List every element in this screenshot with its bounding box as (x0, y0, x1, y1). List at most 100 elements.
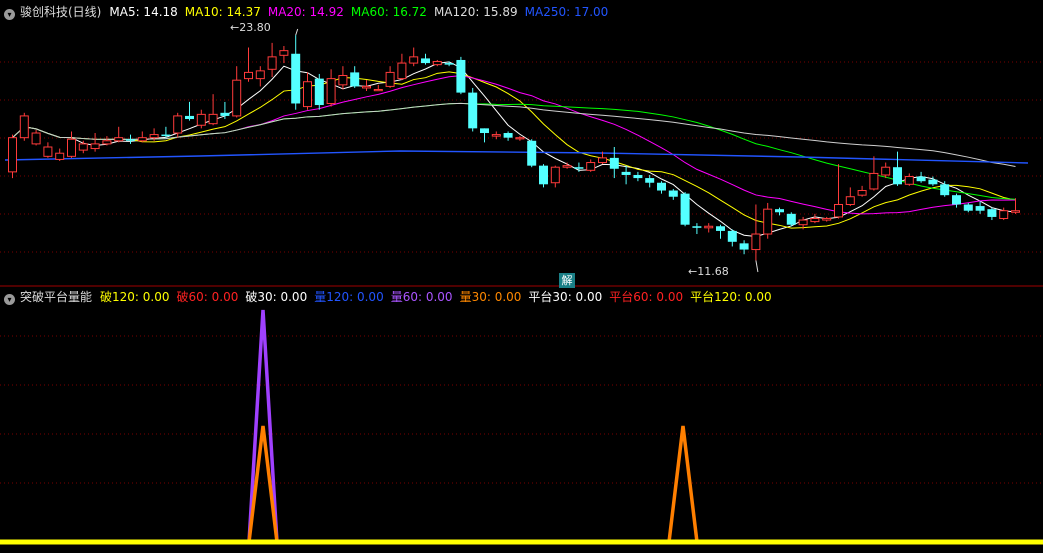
candle-body-76 (904, 176, 914, 185)
indicator-legend: ▾ 突破平台量能 破120: 0.00 破60: 0.00 破30: 0.00 量120:… (4, 289, 786, 305)
candle-body-7 (90, 143, 100, 150)
candle-body-52 (621, 171, 631, 175)
candle-body-65 (775, 209, 784, 213)
candle-body-63 (751, 233, 761, 251)
candle-body-51 (609, 157, 619, 169)
candle-body-13 (161, 134, 171, 137)
ma5-line (12, 61, 1016, 238)
low-marker-stem (755, 260, 759, 273)
indicator-legend-3: 量120: 0.00 (314, 290, 384, 304)
moving-average-lines (4, 61, 1029, 238)
candle-body-54 (645, 178, 655, 183)
stock-title: 骏创科技(日线) (20, 5, 102, 19)
candle-body-56 (668, 190, 678, 197)
candle-body-43 (515, 137, 525, 140)
candle-body-73 (869, 172, 879, 190)
candle-body-60 (716, 226, 725, 231)
candle-body-21 (255, 70, 265, 80)
ma-legend-4: MA120: 15.89 (433, 5, 518, 19)
candle-body-24 (291, 53, 301, 104)
candle-body-20 (244, 71, 253, 80)
candle-body-10 (126, 139, 135, 141)
candle-body-81 (963, 204, 973, 211)
high-low-markers (295, 28, 759, 273)
candle-body-66 (786, 213, 796, 225)
high-price-label: ←23.80 (230, 21, 271, 34)
candle-body-15 (185, 115, 194, 120)
candle-body-47 (562, 165, 572, 168)
candle-body-1 (19, 115, 29, 139)
candle-body-53 (633, 174, 643, 179)
candle-body-64 (763, 208, 773, 235)
candle-body-61 (727, 230, 737, 242)
candle-body-23 (279, 50, 289, 56)
candle-body-14 (173, 115, 183, 134)
candle-body-40 (480, 128, 489, 134)
candle-body-3 (43, 146, 53, 157)
low-price-label: ←11.68 (688, 265, 729, 278)
main-menu-icon[interactable]: ▾ (4, 9, 15, 20)
candle-body-78 (928, 179, 938, 185)
ma-legend-5: MA250: 17.00 (524, 5, 609, 19)
orange-spike-1 (667, 425, 699, 543)
candle-body-69 (822, 217, 832, 221)
candle-body-17 (208, 113, 218, 125)
candle-body-49 (586, 162, 596, 171)
candle-body-74 (881, 166, 891, 176)
candle-body-27 (326, 78, 336, 104)
high-arrow-icon: ← (230, 21, 240, 34)
candle-body-34 (409, 56, 419, 64)
candle-body-18 (220, 112, 230, 116)
candle-body-84 (999, 210, 1009, 219)
indicator-title: 突破平台量能 (20, 290, 93, 304)
indicator-menu-icon[interactable]: ▾ (4, 294, 15, 305)
candle-body-68 (810, 217, 820, 223)
indicator-legend-0: 破120: 0.00 (100, 290, 170, 304)
candle-body-6 (78, 143, 88, 151)
candle-body-22 (267, 56, 277, 70)
candle-body-38 (456, 59, 466, 93)
candle-body-67 (798, 219, 808, 226)
candle-body-16 (196, 113, 206, 126)
candle-body-44 (527, 140, 537, 166)
indicator-plot (0, 309, 1043, 545)
candle-body-33 (397, 62, 407, 80)
candlestick-series (8, 35, 1020, 261)
indicator-legend-5: 量30: 0.00 (459, 290, 522, 304)
candle-body-85 (1011, 210, 1020, 213)
candle-body-58 (692, 226, 702, 228)
main-legend: ▾ 骏创科技(日线) MA5: 14.18 MA10: 14.37 MA20: 14.9… (4, 4, 622, 20)
candle-body-31 (373, 89, 383, 92)
unlock-badge[interactable]: 解 (559, 273, 575, 288)
candle-body-2 (31, 132, 41, 145)
candle-body-35 (421, 58, 430, 64)
candle-body-26 (314, 78, 324, 106)
ma-legend-2: MA20: 14.92 (267, 5, 344, 19)
candle-body-39 (468, 92, 478, 129)
high-marker-stem (295, 28, 299, 36)
grid-lines (0, 61, 1043, 484)
indicator-legend-4: 量60: 0.00 (390, 290, 453, 304)
ma-legend-3: MA60: 16.72 (350, 5, 427, 19)
candle-body-5 (67, 138, 76, 157)
candle-body-59 (704, 225, 714, 229)
candle-body-8 (102, 140, 112, 145)
candle-body-4 (55, 152, 65, 160)
indicator-legend-8: 平台120: 0.00 (690, 290, 772, 304)
candle-body-72 (857, 190, 867, 196)
candle-body-79 (940, 184, 950, 196)
candle-body-28 (338, 75, 348, 86)
chart-canvas[interactable] (0, 0, 1043, 553)
candle-body-62 (739, 243, 749, 250)
candle-body-11 (137, 137, 147, 142)
ma10-line (12, 71, 1016, 229)
candle-body-71 (845, 196, 855, 206)
ma-legend-0: MA5: 14.18 (109, 5, 178, 19)
candle-body-50 (598, 157, 607, 164)
ma40-line (12, 102, 1016, 200)
candle-body-83 (987, 209, 997, 217)
low-arrow-icon: ← (688, 265, 698, 278)
indicator-legend-7: 平台60: 0.00 (609, 290, 684, 304)
candle-body-48 (574, 167, 584, 169)
indicator-legend-1: 破60: 0.00 (176, 290, 239, 304)
